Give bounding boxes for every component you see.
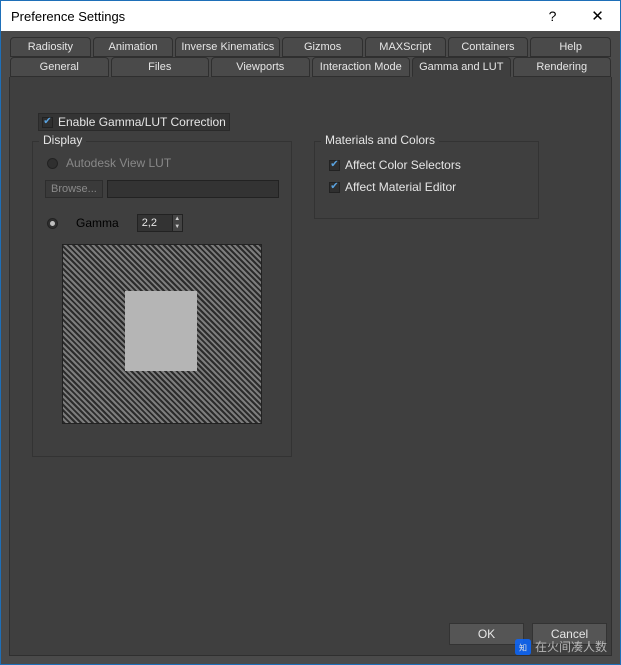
lut-radio-label: Autodesk View LUT — [66, 156, 171, 170]
gamma-preview-inner — [125, 291, 197, 371]
tab-rendering[interactable]: Rendering — [513, 57, 612, 77]
checkmark-icon: ✔ — [329, 182, 340, 193]
gamma-radio-label: Gamma — [76, 216, 119, 230]
tab-files[interactable]: Files — [111, 57, 210, 77]
gamma-spinner[interactable]: 2,2 ▲ ▼ — [137, 214, 183, 232]
tabs-area: Radiosity Animation Inverse Kinematics G… — [1, 31, 620, 77]
cancel-button[interactable]: Cancel — [532, 623, 607, 645]
gamma-preview — [62, 244, 262, 424]
tab-row-2: General Files Viewports Interaction Mode… — [9, 57, 612, 77]
radio-icon — [47, 218, 58, 229]
enable-gamma-label: Enable Gamma/LUT Correction — [58, 115, 226, 129]
titlebar: Preference Settings ? ✕ — [1, 1, 620, 31]
tab-row-1: Radiosity Animation Inverse Kinematics G… — [9, 37, 612, 57]
gamma-value: 2,2 — [138, 217, 172, 229]
spinner-arrows[interactable]: ▲ ▼ — [172, 215, 182, 231]
materials-legend: Materials and Colors — [321, 133, 439, 147]
tab-interaction-mode[interactable]: Interaction Mode — [312, 57, 411, 77]
enable-gamma-checkbox[interactable]: ✔ Enable Gamma/LUT Correction — [38, 113, 230, 131]
chevron-down-icon[interactable]: ▼ — [172, 223, 182, 231]
lut-browse-row: Browse... — [45, 180, 279, 198]
preference-window: Preference Settings ? ✕ Radiosity Animat… — [0, 0, 621, 665]
tab-content: ✔ Enable Gamma/LUT Correction Display Au… — [9, 77, 612, 656]
lut-radio-row[interactable]: Autodesk View LUT — [47, 156, 279, 170]
radio-icon — [47, 158, 58, 169]
tab-general[interactable]: General — [10, 57, 109, 77]
lut-path-field[interactable] — [107, 180, 279, 198]
tab-radiosity[interactable]: Radiosity — [10, 37, 91, 57]
affect-material-editor-label: Affect Material Editor — [345, 180, 456, 194]
affect-color-selectors-checkbox[interactable]: ✔ Affect Color Selectors — [329, 158, 526, 172]
affect-color-selectors-label: Affect Color Selectors — [345, 158, 461, 172]
browse-button[interactable]: Browse... — [45, 180, 103, 198]
tab-maxscript[interactable]: MAXScript — [365, 37, 446, 57]
materials-group: Materials and Colors ✔ Affect Color Sele… — [314, 141, 539, 219]
checkmark-icon: ✔ — [42, 117, 53, 128]
close-button[interactable]: ✕ — [575, 1, 620, 31]
tab-containers[interactable]: Containers — [448, 37, 529, 57]
tab-animation[interactable]: Animation — [93, 37, 174, 57]
tab-gamma-and-lut[interactable]: Gamma and LUT — [412, 57, 511, 77]
gamma-radio-row[interactable]: Gamma 2,2 ▲ ▼ — [47, 214, 279, 232]
display-group: Display Autodesk View LUT Browse... Gamm… — [32, 141, 292, 457]
window-title: Preference Settings — [11, 9, 530, 24]
tab-viewports[interactable]: Viewports — [211, 57, 310, 77]
display-legend: Display — [39, 133, 86, 147]
dialog-footer: OK Cancel — [449, 623, 607, 645]
chevron-up-icon[interactable]: ▲ — [172, 215, 182, 223]
columns: Display Autodesk View LUT Browse... Gamm… — [32, 141, 589, 457]
tab-gizmos[interactable]: Gizmos — [282, 37, 363, 57]
help-button[interactable]: ? — [530, 1, 575, 31]
ok-button[interactable]: OK — [449, 623, 524, 645]
tab-help[interactable]: Help — [530, 37, 611, 57]
checkmark-icon: ✔ — [329, 160, 340, 171]
affect-material-editor-checkbox[interactable]: ✔ Affect Material Editor — [329, 180, 526, 194]
tab-inverse-kinematics[interactable]: Inverse Kinematics — [175, 37, 280, 57]
